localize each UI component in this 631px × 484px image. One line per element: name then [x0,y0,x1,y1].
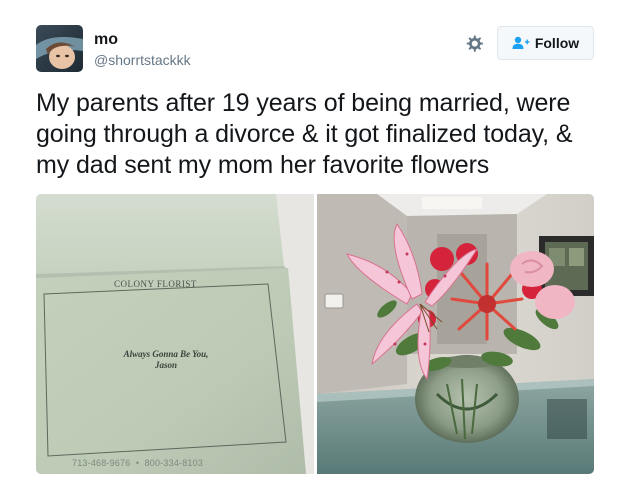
follow-button-label: Follow [534,35,580,51]
card-message-line: Always Gonna Be You, [123,349,209,359]
card-message: Always Gonna Be You, Jason [106,349,226,371]
card-florist-name: Colony Florist [114,279,197,289]
tweet-photo-card[interactable]: Colony Florist Always Gonna Be You, Jaso… [36,194,314,474]
gear-icon[interactable] [464,34,484,54]
tweet-text-line: My parents after 19 years of being marri… [36,89,571,117]
tweet-text-line: my dad sent my mom her favorite flowers [36,151,490,179]
avatar[interactable] [36,25,83,72]
follow-person-plus-icon [512,36,530,49]
avatar-image [36,25,83,72]
tweet-text: My parents after 19 years of being marri… [36,88,606,181]
card-phone-numbers: 713-468-9676 • 800-334-8103 [72,458,204,468]
user-display-name[interactable]: mo [94,31,118,49]
card-message-line: Jason [154,360,177,370]
user-handle[interactable]: @shorrtstackkk [94,52,191,68]
tweet-photo-flowers[interactable] [317,194,594,474]
card-photo-art [36,194,314,474]
tweet-text-line: going through a divorce & it got finaliz… [36,120,573,148]
flowers-photo-art [317,194,594,474]
follow-button[interactable]: Follow [497,26,594,60]
